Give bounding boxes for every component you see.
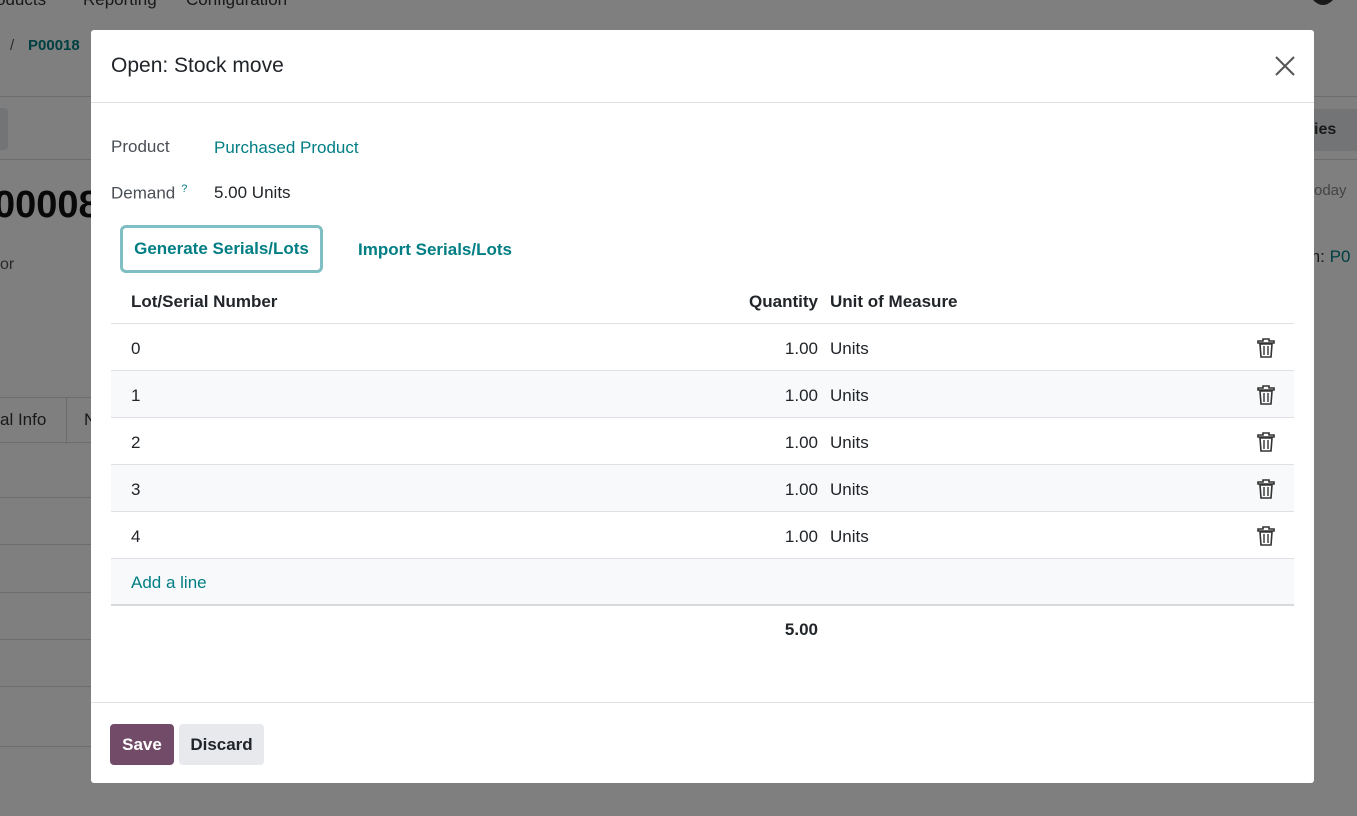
product-label: Product bbox=[111, 137, 170, 156]
table-row[interactable]: 4 1.00 Units bbox=[111, 512, 1294, 559]
uom-cell[interactable]: Units bbox=[830, 433, 869, 453]
uom-cell[interactable]: Units bbox=[830, 480, 869, 500]
modal-title: Open: Stock move bbox=[111, 54, 284, 77]
trash-icon[interactable] bbox=[1257, 479, 1275, 499]
lot-cell[interactable]: 3 bbox=[131, 480, 140, 500]
trash-icon[interactable] bbox=[1257, 432, 1275, 452]
add-line-row: Add a line bbox=[111, 559, 1294, 606]
quantity-total: 5.00 bbox=[784, 620, 818, 639]
save-button[interactable]: Save bbox=[110, 724, 174, 765]
discard-button[interactable]: Discard bbox=[179, 724, 264, 765]
lot-cell[interactable]: 2 bbox=[131, 433, 140, 453]
modal-footer: Save Discard bbox=[91, 702, 1314, 783]
uom-cell[interactable]: Units bbox=[830, 386, 869, 406]
trash-icon[interactable] bbox=[1257, 385, 1275, 405]
column-quantity[interactable]: Quantity bbox=[749, 292, 818, 312]
quantity-cell[interactable]: 1.00 bbox=[785, 527, 818, 547]
quantity-cell[interactable]: 1.00 bbox=[785, 386, 818, 406]
demand-value: 5.00 Units bbox=[214, 183, 291, 202]
import-serials-button[interactable]: Import Serials/Lots bbox=[345, 229, 525, 271]
table-row[interactable]: 1 1.00 Units bbox=[111, 371, 1294, 418]
demand-label: Demand? bbox=[111, 183, 187, 204]
move-lines-table: Lot/Serial Number Quantity Unit of Measu… bbox=[111, 283, 1294, 652]
table-row[interactable]: 2 1.00 Units bbox=[111, 418, 1294, 465]
demand-label-text: Demand bbox=[111, 183, 176, 203]
column-uom[interactable]: Unit of Measure bbox=[830, 292, 958, 312]
column-lot-serial[interactable]: Lot/Serial Number bbox=[131, 292, 277, 312]
close-icon bbox=[1275, 56, 1295, 76]
close-button[interactable] bbox=[1271, 52, 1299, 80]
product-link[interactable]: Purchased Product bbox=[214, 138, 359, 158]
table-header: Lot/Serial Number Quantity Unit of Measu… bbox=[111, 283, 1294, 324]
uom-cell[interactable]: Units bbox=[830, 339, 869, 359]
lot-cell[interactable]: 1 bbox=[131, 386, 140, 406]
generate-serials-button[interactable]: Generate Serials/Lots bbox=[120, 225, 323, 273]
modal-header: Open: Stock move bbox=[91, 30, 1314, 103]
table-row[interactable]: 3 1.00 Units bbox=[111, 465, 1294, 512]
lot-cell[interactable]: 0 bbox=[131, 339, 140, 359]
trash-icon[interactable] bbox=[1257, 338, 1275, 358]
trash-icon[interactable] bbox=[1257, 526, 1275, 546]
quantity-cell[interactable]: 1.00 bbox=[785, 433, 818, 453]
lot-cell[interactable]: 4 bbox=[131, 527, 140, 547]
uom-cell[interactable]: Units bbox=[830, 527, 869, 547]
quantity-cell[interactable]: 1.00 bbox=[785, 339, 818, 359]
demand-help-icon[interactable]: ? bbox=[181, 183, 187, 195]
quantity-cell[interactable]: 1.00 bbox=[785, 480, 818, 500]
table-row[interactable]: 0 1.00 Units bbox=[111, 324, 1294, 371]
table-footer-total: 5.00 bbox=[111, 606, 1294, 652]
stock-move-dialog: Open: Stock move Product Purchased Produ… bbox=[91, 30, 1314, 783]
add-line-link[interactable]: Add a line bbox=[131, 573, 207, 593]
